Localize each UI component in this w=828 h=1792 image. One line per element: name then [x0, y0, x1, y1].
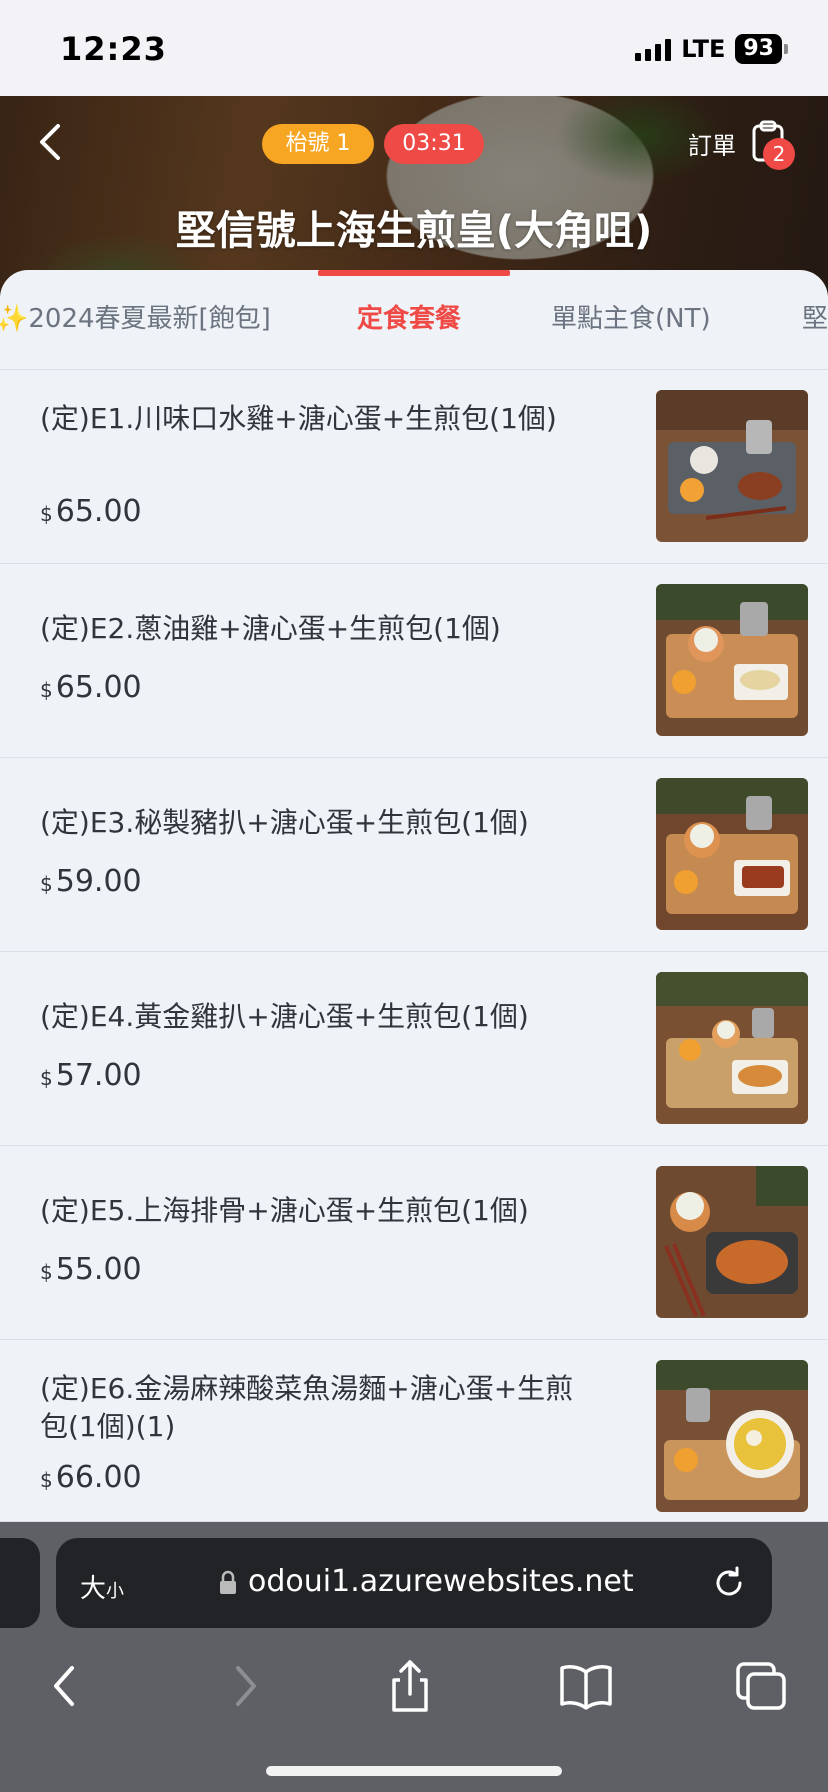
reload-icon[interactable]	[710, 1564, 748, 1602]
home-indicator[interactable]	[266, 1766, 562, 1776]
url-text[interactable]: odoui1.azurewebsites.net	[248, 1564, 634, 1599]
menu-item[interactable]: (定)E4.黃金雞扒+溏心蛋+生煎包(1個) $57.00	[0, 952, 828, 1146]
food-photo[interactable]	[656, 1360, 808, 1512]
status-bar: 12:23 LTE 93	[0, 0, 828, 96]
tab-spring-summer[interactable]: ✨2024春夏最新[飽包]	[0, 298, 271, 335]
tab-single-items[interactable]: 單點主食(NT)	[551, 298, 711, 335]
active-tab-indicator	[318, 270, 510, 276]
item-price: $59.00	[40, 864, 142, 899]
food-photo[interactable]	[656, 390, 808, 542]
signal-icon	[635, 37, 672, 61]
bookmarks-icon[interactable]	[556, 1658, 616, 1714]
item-name: (定)E4.黃金雞扒+溏心蛋+生煎包(1個)	[40, 1000, 529, 1033]
item-name: (定)E2.蔥油雞+溏心蛋+生煎包(1個)	[40, 612, 501, 645]
menu-item[interactable]: (定)E2.蔥油雞+溏心蛋+生煎包(1個) $65.00	[0, 564, 828, 758]
menu-list: (定)E1.川味口水雞+溏心蛋+生煎包(1個) $65.00 (定)E2.蔥油雞…	[0, 370, 828, 1522]
item-name: (定)E6.金湯麻辣酸菜魚湯麵+溏心蛋+生煎包(1個)(1)	[40, 1372, 574, 1443]
tab-set-meals[interactable]: 定食套餐	[357, 298, 461, 335]
menu-item[interactable]: (定)E5.上海排骨+溏心蛋+生煎包(1個) $55.00	[0, 1146, 828, 1340]
back-icon[interactable]	[38, 1658, 98, 1714]
menu-item[interactable]: (定)E1.川味口水雞+溏心蛋+生煎包(1個) $65.00	[0, 370, 828, 564]
forward-icon[interactable]	[212, 1658, 272, 1714]
previous-tab-stub[interactable]	[0, 1538, 40, 1628]
item-price: $65.00	[40, 670, 142, 705]
food-photo[interactable]	[656, 1166, 808, 1318]
menu-item[interactable]: (定)E6.金湯麻辣酸菜魚湯麵+溏心蛋+生煎包(1個)(1) $66.00	[0, 1340, 828, 1522]
order-label[interactable]: 訂單	[688, 126, 736, 161]
address-bar[interactable]: 大小 odoui1.azurewebsites.net	[56, 1538, 772, 1628]
food-photo[interactable]	[656, 778, 808, 930]
status-icons: LTE 93	[635, 34, 788, 64]
table-number-badge: 枱號 1	[262, 124, 374, 164]
network-label: LTE	[681, 35, 726, 63]
item-price: $65.00	[40, 494, 142, 529]
browser-toolbar	[0, 1658, 828, 1718]
item-name: (定)E1.川味口水雞+溏心蛋+生煎包(1個)	[40, 402, 557, 435]
menu-item[interactable]: (定)E3.秘製豬扒+溏心蛋+生煎包(1個) $59.00	[0, 758, 828, 952]
text-size-button[interactable]: 大小	[80, 1568, 124, 1605]
order-count-badge: 2	[763, 138, 795, 170]
lock-icon	[220, 1570, 236, 1594]
status-time: 12:23	[60, 30, 167, 68]
category-tabs: ✨2024春夏最新[飽包] 定食套餐 單點主食(NT) 堅	[0, 270, 828, 370]
share-icon[interactable]	[380, 1658, 440, 1714]
item-price: $66.00	[40, 1460, 142, 1495]
store-header: 枱號 1 03:31 訂單 2 堅信號上海生煎皇(大角咀)	[0, 96, 828, 296]
item-name: (定)E3.秘製豬扒+溏心蛋+生煎包(1個)	[40, 806, 529, 839]
session-timer: 03:31	[384, 124, 484, 164]
tabs-icon[interactable]	[732, 1658, 792, 1714]
browser-chrome: 大小 odoui1.azurewebsites.net	[0, 1522, 828, 1792]
store-title: 堅信號上海生煎皇(大角咀)	[175, 208, 653, 254]
item-name: (定)E5.上海排骨+溏心蛋+生煎包(1個)	[40, 1194, 529, 1227]
back-icon[interactable]	[30, 118, 70, 166]
battery-level: 93	[735, 34, 782, 64]
food-photo[interactable]	[656, 584, 808, 736]
item-price: $55.00	[40, 1252, 142, 1287]
battery-icon: 93	[735, 34, 788, 64]
item-price: $57.00	[40, 1058, 142, 1093]
food-photo[interactable]	[656, 972, 808, 1124]
tab-more[interactable]: 堅	[802, 298, 828, 335]
